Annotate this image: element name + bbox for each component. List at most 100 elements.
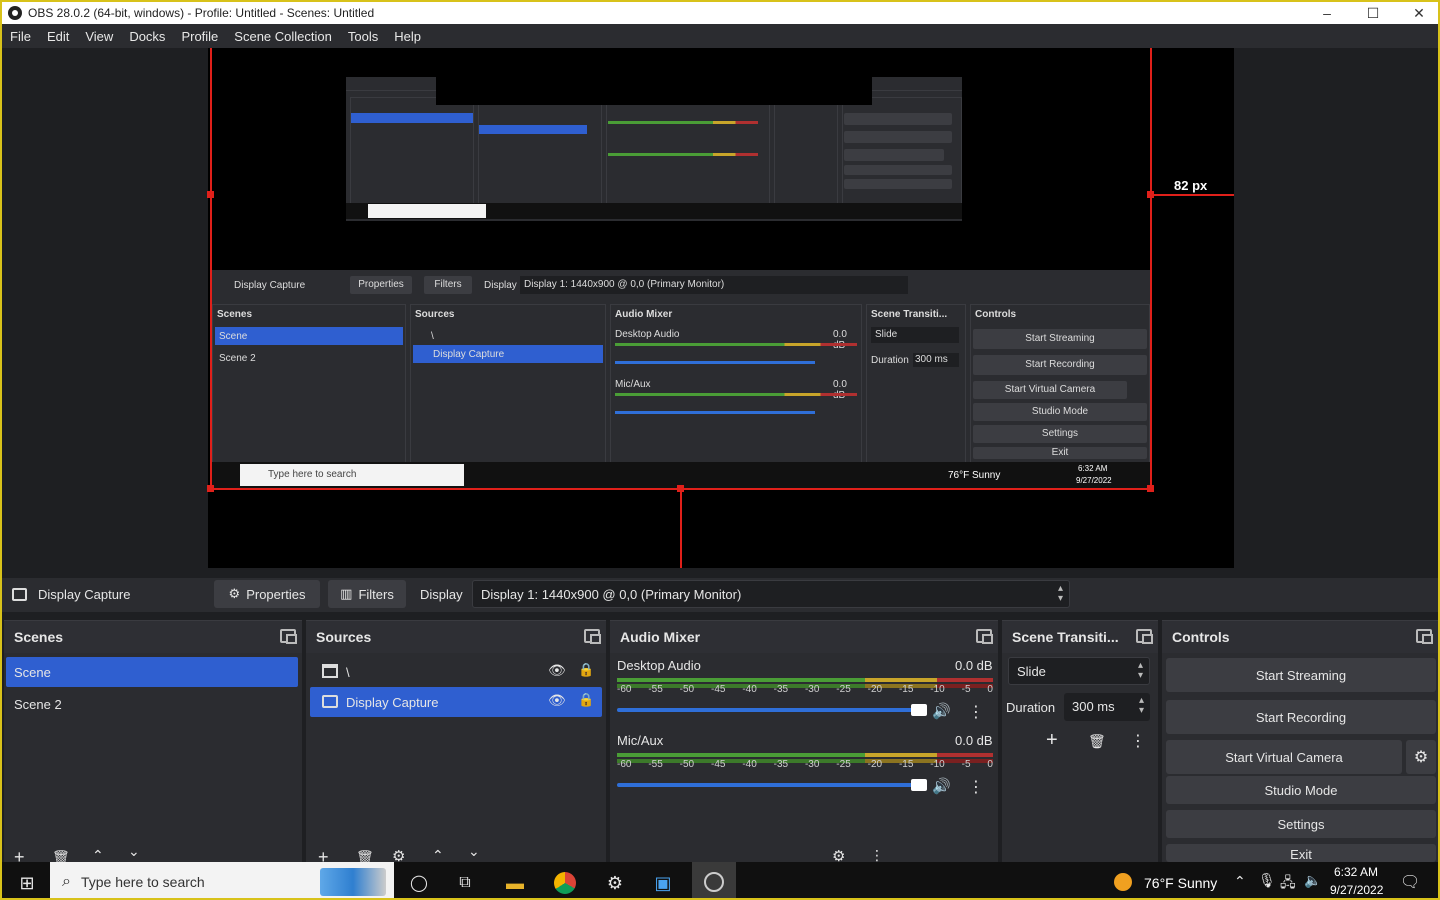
- transform-handle-right[interactable]: [1147, 191, 1154, 198]
- tick: -60: [617, 684, 632, 695]
- taskbar-search[interactable]: ⌕ Type here to search: [50, 862, 394, 898]
- nested-duration-val: 300 ms: [913, 353, 959, 367]
- source-item-label: Display Capture: [346, 695, 439, 710]
- nested-time: 6:32 AM: [1078, 464, 1108, 473]
- nested-scenes-title: Scenes: [217, 309, 253, 320]
- notification-icon[interactable]: 🗨: [1400, 872, 1420, 892]
- settings-button[interactable]: Settings: [1166, 810, 1436, 838]
- start-virtual-camera-button[interactable]: Start Virtual Camera: [1166, 740, 1402, 774]
- transform-handle-bottom-right[interactable]: [1147, 485, 1154, 492]
- menu-docks[interactable]: Docks: [121, 29, 173, 44]
- speaker-icon[interactable]: 🔊: [932, 702, 951, 720]
- channel-level: 0.0 dB: [955, 658, 993, 673]
- properties-label: Properties: [246, 586, 306, 602]
- nested-mic-aux: Mic/Aux: [615, 379, 651, 390]
- network-icon[interactable]: 🖧: [1280, 872, 1296, 896]
- clock-time[interactable]: 6:32 AM: [1334, 865, 1378, 879]
- transform-handle-bottom[interactable]: [677, 485, 684, 492]
- nested-sources-dock: Sources \ Display Capture: [410, 304, 606, 488]
- duration-spinbox[interactable]: 300 ms ▴ ▾: [1064, 693, 1150, 721]
- source-item[interactable]: Display Capture 👁 🔒: [310, 687, 602, 717]
- tick: -40: [742, 759, 757, 770]
- sources-dock: Sources \ 👁 🔒 Display Capture 👁 🔒 + 🗑 ⚙ …: [306, 620, 606, 867]
- undock-icon[interactable]: [1136, 629, 1153, 644]
- tick: -10: [930, 684, 945, 695]
- search-placeholder: Type here to search: [80, 874, 205, 890]
- add-icon[interactable]: +: [1046, 729, 1058, 752]
- speaker-icon[interactable]: 🔊: [932, 777, 951, 795]
- source-item[interactable]: \ 👁 🔒: [310, 657, 602, 687]
- updown-icon: ▴ ▾: [1138, 695, 1144, 716]
- menu-tools[interactable]: Tools: [340, 29, 386, 44]
- display-icon: [322, 695, 338, 708]
- start-recording-button[interactable]: Start Recording: [1166, 700, 1436, 734]
- microphone-icon[interactable]: 🎙: [1258, 872, 1276, 889]
- scene-item[interactable]: Scene: [6, 657, 298, 687]
- kebab-icon[interactable]: ⋮: [968, 702, 984, 722]
- kebab-icon[interactable]: ⋮: [1130, 731, 1146, 751]
- chevron-down-icon[interactable]: ⌄: [128, 843, 140, 860]
- windows-start-icon[interactable]: ⊞: [16, 872, 38, 894]
- distance-label: 82 px: [1174, 178, 1208, 193]
- studio-mode-button[interactable]: Studio Mode: [1166, 776, 1436, 804]
- weather-icon[interactable]: [1114, 873, 1132, 891]
- chrome-icon[interactable]: [554, 872, 576, 894]
- menu-file[interactable]: File: [2, 29, 39, 44]
- kebab-icon[interactable]: ⋮: [968, 777, 984, 797]
- undock-icon[interactable]: [584, 629, 601, 644]
- display-icon: [12, 588, 27, 601]
- nested-exit: Exit: [973, 447, 1147, 459]
- transform-handle-bottom-left[interactable]: [207, 485, 214, 492]
- nested-source-1: \: [431, 331, 434, 342]
- undock-icon[interactable]: [1416, 629, 1433, 644]
- slider-handle[interactable]: [911, 704, 927, 716]
- menu-edit[interactable]: Edit: [39, 29, 77, 44]
- menu-help[interactable]: Help: [386, 29, 429, 44]
- volume-icon[interactable]: 🔈: [1304, 872, 1321, 889]
- nested-filters-button: Filters: [424, 276, 472, 294]
- chevron-down-icon[interactable]: ⌄: [468, 843, 480, 860]
- undock-icon[interactable]: [280, 629, 297, 644]
- scene-item[interactable]: Scene 2: [6, 689, 298, 719]
- maximize-button[interactable]: ☐: [1350, 2, 1396, 24]
- window-title: OBS 28.0.2 (64-bit, windows) - Profile: …: [28, 6, 375, 20]
- transform-left-edge[interactable]: [210, 48, 212, 490]
- settings-icon[interactable]: ⚙: [604, 872, 626, 894]
- title-bar: OBS 28.0.2 (64-bit, windows) - Profile: …: [2, 2, 1438, 24]
- lock-icon[interactable]: 🔒: [578, 662, 594, 678]
- filters-button[interactable]: ▥ Filters: [328, 580, 406, 608]
- nested-scene-1: Scene: [219, 331, 248, 342]
- display-select[interactable]: Display 1: 1440x900 @ 0,0 (Primary Monit…: [472, 580, 1070, 608]
- exit-button[interactable]: Exit: [1166, 844, 1436, 862]
- minimize-button[interactable]: –: [1304, 2, 1350, 24]
- lock-icon[interactable]: 🔒: [578, 692, 594, 708]
- volume-slider[interactable]: [617, 704, 927, 716]
- weather-text[interactable]: 76°F Sunny: [1144, 875, 1217, 891]
- eye-icon[interactable]: 👁: [548, 692, 566, 709]
- eye-icon[interactable]: 👁: [548, 662, 566, 679]
- duration-value: 300 ms: [1072, 699, 1115, 714]
- cortana-icon[interactable]: ◯: [408, 872, 430, 894]
- undock-icon[interactable]: [976, 629, 993, 644]
- close-button[interactable]: ✕: [1396, 2, 1438, 24]
- clock-date[interactable]: 9/27/2022: [1330, 883, 1383, 897]
- transform-right-edge[interactable]: [1150, 48, 1152, 490]
- task-view-icon[interactable]: ⧉: [454, 872, 476, 894]
- store-icon[interactable]: ▣: [652, 872, 674, 894]
- transition-select[interactable]: Slide ▴ ▾: [1008, 657, 1150, 685]
- menu-view[interactable]: View: [77, 29, 121, 44]
- properties-button[interactable]: ⚙ Properties: [214, 580, 320, 608]
- file-explorer-icon[interactable]: ▬: [504, 872, 526, 894]
- transform-handle-left[interactable]: [207, 191, 214, 198]
- virtual-camera-settings-button[interactable]: ⚙: [1406, 740, 1436, 774]
- trash-icon[interactable]: 🗑: [1088, 733, 1106, 750]
- obs-taskbar-icon[interactable]: [692, 862, 736, 898]
- menu-scene-collection[interactable]: Scene Collection: [226, 29, 340, 44]
- menu-profile[interactable]: Profile: [173, 29, 226, 44]
- nested-scenes-dock: Scenes Scene Scene 2: [212, 304, 406, 488]
- slider-handle[interactable]: [911, 779, 927, 791]
- start-streaming-button[interactable]: Start Streaming: [1166, 658, 1436, 692]
- preview-area[interactable]: Display Capture Properties Filters Displ…: [2, 48, 1438, 574]
- chevron-up-icon[interactable]: ⌃: [1234, 873, 1246, 890]
- volume-slider[interactable]: [617, 779, 927, 791]
